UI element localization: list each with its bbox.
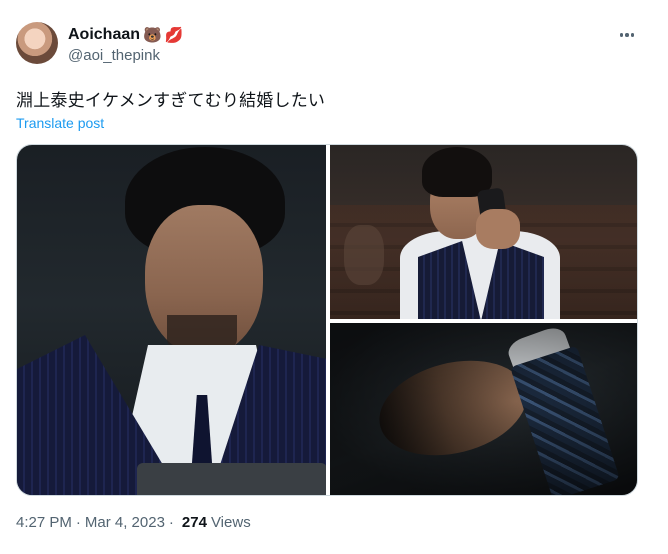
post-time[interactable]: 4:27 PM <box>16 514 72 531</box>
lips-emoji: 💋 <box>164 26 184 44</box>
views-label: Views <box>210 514 251 531</box>
post-date[interactable]: Mar 4, 2023 <box>85 514 165 531</box>
user-handle[interactable]: @aoi_thepink <box>68 47 160 64</box>
avatar[interactable] <box>16 22 58 64</box>
tweet-text: 淵上泰史イケメンすぎてむり結婚したい <box>16 91 326 110</box>
photo-1[interactable] <box>17 145 326 495</box>
meta-separator: · <box>75 514 81 531</box>
media-grid <box>16 144 638 496</box>
meta-separator: · <box>168 514 174 531</box>
translate-post-link[interactable]: Translate post <box>16 115 104 131</box>
display-name[interactable]: Aoichaan <box>68 26 140 44</box>
tweet-meta: 4:27 PM · Mar 4, 2023 · 274 Views <box>16 514 251 531</box>
photo-2[interactable] <box>330 145 637 319</box>
bear-emoji: 🐻 <box>143 26 162 44</box>
view-count: 274 <box>181 514 207 531</box>
tweet-card: Aoichaan 🐻 💋 @aoi_thepink 淵上泰史イケメンすぎてむり結… <box>0 0 668 554</box>
more-options-button[interactable] <box>614 24 640 46</box>
photo-3[interactable] <box>330 323 637 495</box>
author-name-row: Aoichaan 🐻 💋 <box>68 26 183 44</box>
more-horizontal-icon <box>619 33 624 37</box>
